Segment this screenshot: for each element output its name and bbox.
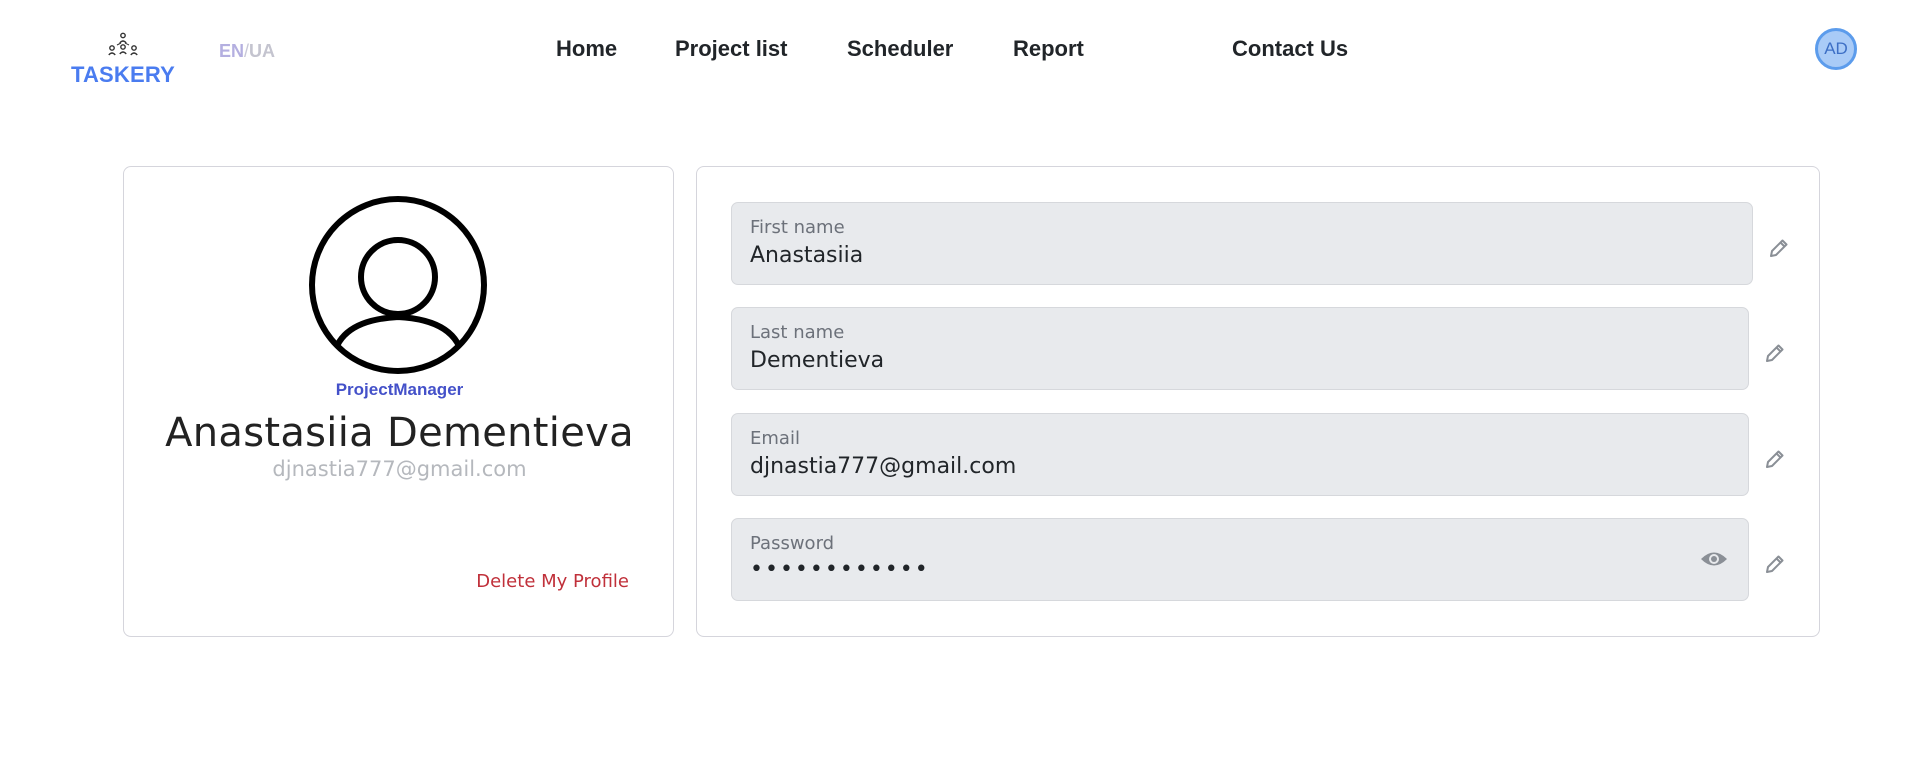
email-label: Email <box>750 428 800 449</box>
user-circle-icon <box>309 196 487 374</box>
language-switcher: EN/UA <box>219 41 275 62</box>
logo-text: TASKERY <box>70 62 176 87</box>
eye-icon[interactable] <box>1700 549 1728 569</box>
first-name-value: Anastasiia <box>750 243 864 268</box>
team-hierarchy-icon <box>108 32 138 56</box>
user-full-name: Anastasiia Dementieva <box>165 410 634 456</box>
first-name-label: First name <box>750 217 845 238</box>
user-email: djnastia777@gmail.com <box>272 457 527 481</box>
nav-scheduler[interactable]: Scheduler <box>847 36 953 62</box>
edit-last-name-pencil-icon[interactable] <box>1763 341 1787 365</box>
first-name-field[interactable]: First name Anastasiia <box>731 202 1753 285</box>
password-value: •••••••••••• <box>750 557 930 582</box>
user-role: ProjectManager <box>335 380 464 399</box>
top-navbar: TASKERY EN/UA Home Project list Schedule… <box>0 0 1920 100</box>
nav-contact-us[interactable]: Contact Us <box>1232 36 1348 62</box>
edit-password-pencil-icon[interactable] <box>1763 552 1787 576</box>
last-name-label: Last name <box>750 322 845 343</box>
profile-form-card: First name Anastasiia Last name Dementie… <box>696 166 1820 637</box>
nav-report[interactable]: Report <box>1013 36 1084 62</box>
password-label: Password <box>750 533 835 554</box>
nav-project-list[interactable]: Project list <box>675 36 787 62</box>
edit-first-name-pencil-icon[interactable] <box>1767 236 1791 260</box>
taskery-logo[interactable]: TASKERY <box>68 32 178 88</box>
user-avatar[interactable]: AD <box>1815 28 1857 70</box>
last-name-field[interactable]: Last name Dementieva <box>731 307 1749 390</box>
edit-email-pencil-icon[interactable] <box>1763 447 1787 471</box>
nav-home[interactable]: Home <box>556 36 617 62</box>
last-name-value: Dementieva <box>750 348 885 373</box>
email-value: djnastia777@gmail.com <box>750 454 1017 479</box>
lang-ua-option[interactable]: UA <box>249 41 275 61</box>
delete-profile-link[interactable]: Delete My Profile <box>476 571 629 592</box>
email-field[interactable]: Email djnastia777@gmail.com <box>731 413 1749 496</box>
lang-en-option[interactable]: EN <box>219 41 244 61</box>
password-field[interactable]: Password •••••••••••• <box>731 518 1749 601</box>
profile-card: ProjectManager Anastasiia Dementieva djn… <box>123 166 674 637</box>
